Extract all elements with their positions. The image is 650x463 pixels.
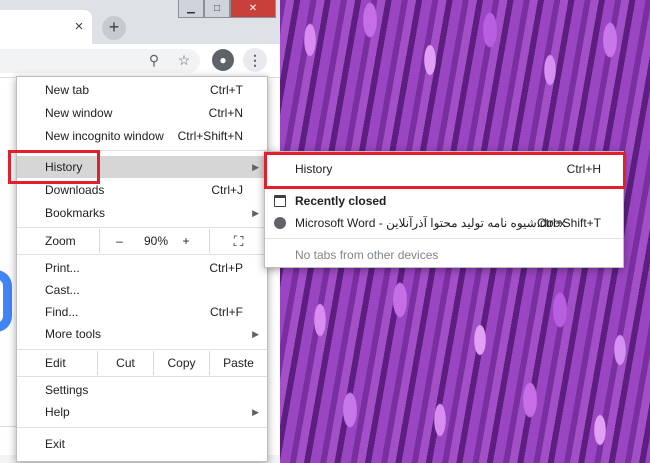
minimize-button[interactable]: ▁ [178, 0, 204, 18]
history-highlight-box [8, 150, 100, 184]
submenu-item-recent-document[interactable]: Microsoft Word - شیوه نامه تولید محتوا آ… [265, 212, 623, 234]
submenu-item-label: No tabs from other devices [295, 248, 439, 262]
zoom-level: 90% [143, 234, 169, 248]
menu-separator [17, 427, 267, 428]
menu-item-print[interactable]: Print... Ctrl+P [17, 257, 267, 279]
menu-item-new-window[interactable]: New window Ctrl+N [17, 102, 267, 124]
bookmark-star-icon[interactable]: ☆ [174, 50, 194, 70]
submenu-arrow-icon: ▶ [252, 329, 259, 339]
menu-item-settings[interactable]: Settings [17, 379, 267, 401]
menu-separator [17, 376, 267, 377]
menu-separator [17, 227, 267, 228]
menu-item-label: New incognito window [45, 129, 164, 143]
menu-item-label: Exit [45, 437, 66, 451]
menu-item-shortcut: Ctrl+T [210, 83, 243, 97]
submenu-item-no-tabs: No tabs from other devices [265, 244, 623, 266]
menu-item-label: Settings [45, 383, 89, 397]
copy-button[interactable]: Copy [153, 351, 209, 375]
menu-item-cast[interactable]: Cast... [17, 279, 267, 301]
submenu-item-label: Microsoft Word - شیوه نامه تولید محتوا آ… [295, 216, 566, 230]
submenu-separator [265, 238, 623, 239]
address-bar[interactable] [0, 49, 200, 73]
menu-item-shortcut: Ctrl+N [208, 106, 243, 120]
menu-item-label: Help [45, 405, 70, 419]
menu-item-shortcut: Ctrl+F [210, 305, 243, 319]
profile-avatar-icon[interactable]: ● [212, 49, 234, 71]
menu-item-label: Find... [45, 305, 79, 319]
paste-button[interactable]: Paste [209, 351, 267, 375]
chrome-menu: New tab Ctrl+T New window Ctrl+N New inc… [16, 76, 268, 462]
menu-item-shortcut: Ctrl+J [211, 183, 243, 197]
submenu-item-label: Recently closed [295, 194, 387, 208]
menu-item-label: Bookmarks [45, 206, 106, 220]
globe-icon [274, 217, 286, 229]
menu-item-label: New tab [45, 83, 90, 97]
zoom-icon[interactable]: ⚲ [144, 50, 164, 70]
edit-row: Edit Cut Copy Paste [17, 351, 267, 375]
menu-separator [17, 254, 267, 255]
menu-item-help[interactable]: Help ▶ [17, 401, 267, 423]
new-tab-button[interactable]: + [102, 16, 126, 40]
menu-item-new-tab[interactable]: New tab Ctrl+T [17, 79, 267, 101]
submenu-arrow-icon: ▶ [252, 407, 259, 417]
menu-item-label: New window [45, 106, 113, 120]
history-submenu-highlight-box [264, 152, 626, 189]
submenu-arrow-icon: ▶ [252, 208, 259, 218]
menu-item-more-tools[interactable]: More tools ▶ [17, 323, 267, 345]
menu-item-shortcut: Ctrl+P [209, 261, 243, 275]
google-logo-fragment [0, 270, 12, 332]
menu-item-find[interactable]: Find... Ctrl+F [17, 301, 267, 323]
tab-close-icon[interactable]: × [72, 19, 86, 34]
submenu-arrow-icon: ▶ [252, 162, 259, 172]
zoom-out-button[interactable]: – [99, 229, 139, 253]
menu-item-label: Print... [45, 261, 80, 275]
maximize-button[interactable]: □ [204, 0, 230, 18]
chrome-menu-icon[interactable]: ⋮ [243, 48, 267, 72]
submenu-item-recently-closed: Recently closed [265, 190, 623, 212]
zoom-row: Zoom – 90% + ⛶ [17, 229, 267, 253]
zoom-label: Zoom [45, 234, 76, 248]
close-window-button[interactable]: ✕ [230, 0, 276, 18]
fullscreen-icon[interactable]: ⛶ [209, 229, 267, 253]
submenu-item-shortcut: Ctrl+Shift+T [536, 216, 601, 230]
edit-label: Edit [45, 356, 66, 370]
zoom-in-button[interactable]: + [173, 229, 199, 253]
menu-item-bookmarks[interactable]: Bookmarks ▶ [17, 202, 267, 224]
cut-button[interactable]: Cut [97, 351, 153, 375]
menu-separator [17, 349, 267, 350]
window-controls: ▁ □ ✕ [178, 0, 276, 18]
browser-toolbar [0, 44, 280, 78]
menu-item-label: Cast... [45, 283, 80, 297]
menu-item-shortcut: Ctrl+Shift+N [177, 129, 243, 143]
menu-item-label: More tools [45, 327, 102, 341]
menu-item-exit[interactable]: Exit [17, 433, 267, 455]
tab-icon [274, 195, 286, 207]
menu-item-new-incognito-window[interactable]: New incognito window Ctrl+Shift+N [17, 125, 267, 147]
